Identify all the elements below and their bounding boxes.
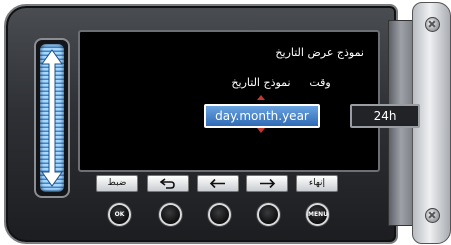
softkey-4-button[interactable] (257, 203, 280, 226)
return-arrow-icon (160, 178, 175, 189)
left-arrow-icon (209, 178, 225, 189)
up-down-arrow-icon (41, 49, 63, 187)
time-format-field[interactable]: 24h (350, 104, 420, 128)
finish-softkey[interactable]: إنهاء (296, 175, 338, 192)
softkey-2-button[interactable] (159, 203, 182, 226)
ok-button-label: OK (114, 211, 125, 218)
ok-button[interactable]: OK (108, 203, 131, 226)
left-softkey[interactable] (197, 175, 239, 192)
screen-title: نموذج عرض التاريخ (275, 46, 364, 59)
date-format-field[interactable]: day.month.year (204, 104, 320, 128)
back-softkey[interactable] (147, 175, 189, 192)
softkey-3-button[interactable] (208, 203, 231, 226)
screw-icon (425, 208, 440, 223)
touch-slider[interactable] (34, 38, 70, 198)
right-softkey[interactable] (246, 175, 288, 192)
menu-button[interactable]: MENU (306, 203, 329, 226)
camcorder-device: نموذج عرض التاريخ نموذج التاريخ وقت day.… (0, 0, 451, 245)
down-indicator-icon (257, 128, 265, 133)
time-label: وقت (309, 76, 331, 89)
right-arrow-icon (260, 178, 276, 189)
set-softkey[interactable]: ضبط (96, 175, 138, 192)
menu-button-label: MENU (308, 211, 328, 218)
lcd-screen: نموذج عرض التاريخ نموذج التاريخ وقت day.… (78, 30, 420, 172)
up-indicator-icon (257, 95, 265, 100)
screw-icon (425, 17, 440, 32)
